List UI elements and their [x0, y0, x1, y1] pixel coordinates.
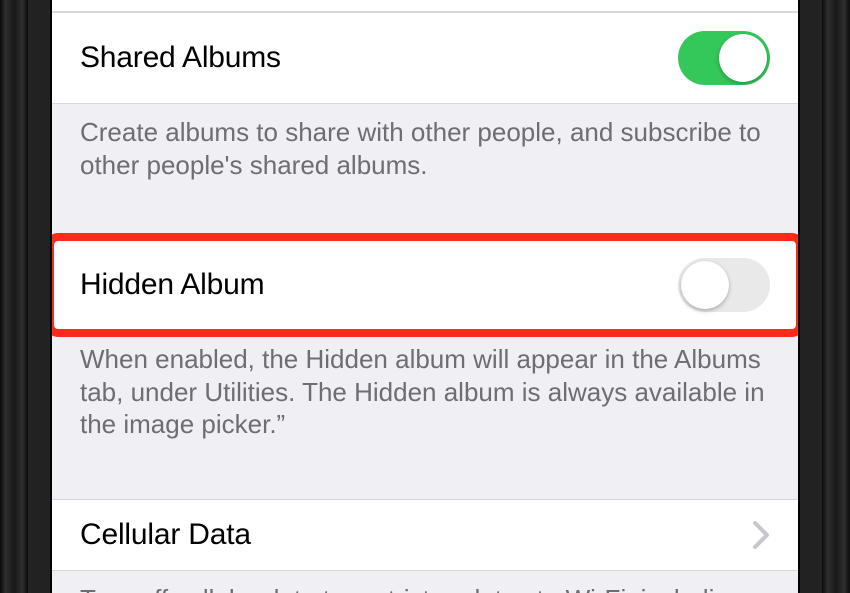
shared-albums-toggle[interactable] [678, 31, 770, 85]
device-frame: Shared Albums Create albums to share wit… [0, 0, 850, 593]
cellular-data-footer: Turn off cellular data to restrict updat… [52, 571, 798, 593]
hidden-album-label: Hidden Album [80, 268, 264, 302]
shared-albums-cell[interactable]: Shared Albums [52, 12, 798, 104]
hidden-album-cell[interactable]: Hidden Album [52, 239, 798, 331]
previous-cell-peek [52, 0, 798, 12]
bezel-right [822, 0, 850, 593]
cellular-data-label: Cellular Data [80, 518, 251, 552]
group-spacer [52, 205, 798, 239]
hidden-album-group: Hidden Album [52, 239, 798, 331]
settings-screen: Shared Albums Create albums to share wit… [50, 0, 800, 593]
shared-albums-footer: Create albums to share with other people… [52, 104, 798, 205]
toggle-knob [719, 34, 767, 82]
chevron-right-icon [752, 520, 770, 550]
shared-albums-label: Shared Albums [80, 41, 281, 75]
hidden-album-footer: When enabled, the Hidden album will appe… [52, 331, 798, 465]
bezel-left [0, 0, 28, 593]
group-spacer [52, 465, 798, 499]
toggle-knob [681, 261, 729, 309]
hidden-album-toggle[interactable] [678, 258, 770, 312]
cellular-data-cell[interactable]: Cellular Data [52, 499, 798, 571]
